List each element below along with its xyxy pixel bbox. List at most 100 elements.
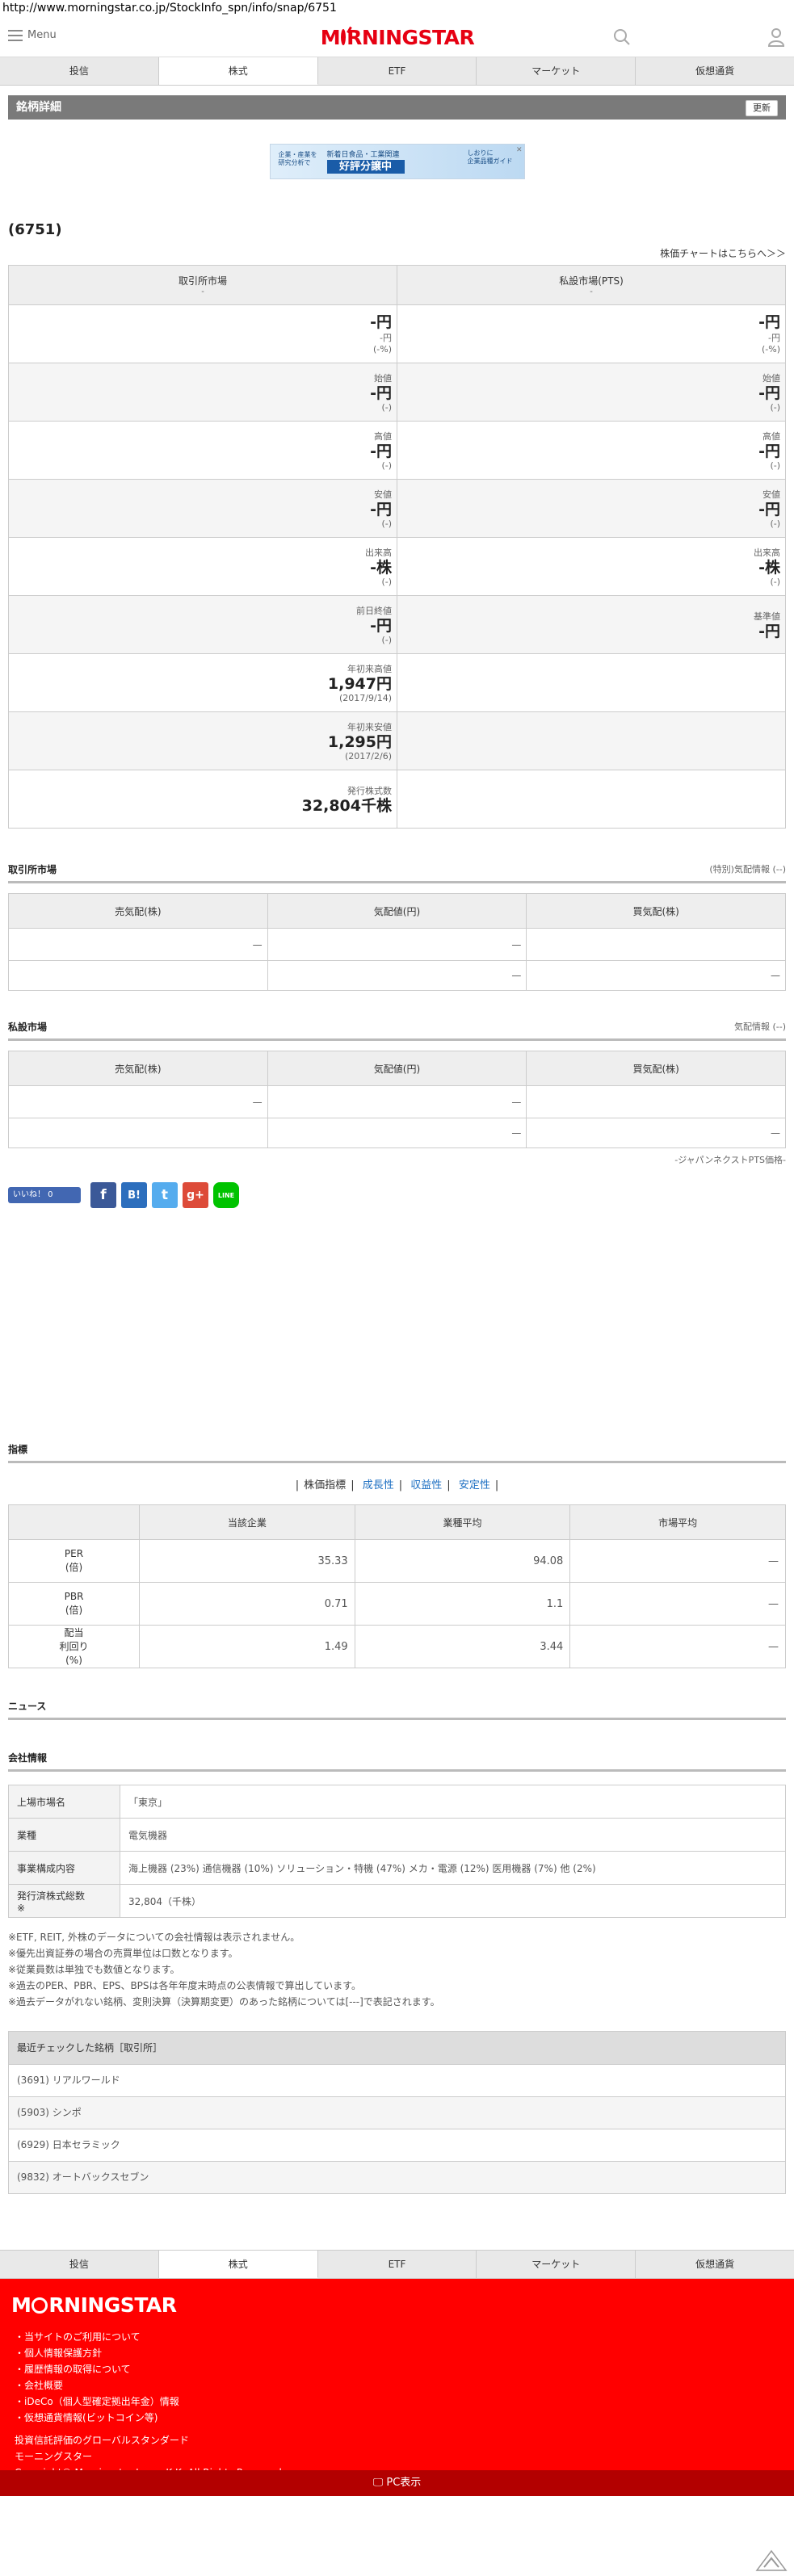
pc-view-button[interactable]: 🖵 PC表示	[0, 2470, 794, 2496]
exchange-price-cell: 高値 -円 (-)	[8, 421, 397, 480]
recent-item[interactable]: (5903) シンポ	[9, 2096, 785, 2129]
indicator-name: PBR (倍)	[8, 1582, 140, 1626]
market-price-table: 取引所市場 - 私設市場(PTS) - -円 -円 (-%) -円 -円 (-%) 始値 -円 (-…	[8, 265, 786, 829]
tab-valuation[interactable]: 株価指標	[304, 1479, 346, 1491]
price-label: 発行株式数	[347, 785, 392, 796]
indicator-tab-links: | 株価指標 | 成長性 | 収益性 | 安定性 |	[295, 1479, 499, 1491]
price-sub2: (-)	[381, 460, 392, 471]
twitter-icon[interactable]: t	[152, 1182, 178, 1208]
recently-viewed-title: 最近チェックした銘柄［取引所］	[9, 2032, 785, 2064]
company-info-value: 海上機器 (23%) 通信機器 (10%) ソリューション・特機 (47%) メ…	[120, 1851, 786, 1885]
search-icon[interactable]	[612, 27, 632, 49]
user-icon[interactable]	[767, 27, 785, 49]
tab-etf[interactable]: ETF	[318, 57, 477, 85]
banner-left-text: 企業・産業を 研究分析で	[278, 151, 317, 166]
footer-link-privacy[interactable]: ・個人情報保護方針	[15, 2345, 179, 2361]
indicator-name: 配当 利回り (%)	[8, 1625, 140, 1668]
price-sub2: (-)	[770, 402, 780, 413]
menu-label: Menu	[27, 29, 57, 41]
price-sub2: (-)	[381, 518, 392, 529]
company-info-value: 「東京」	[120, 1785, 786, 1819]
price-label: 安値	[374, 489, 392, 500]
footer-link-terms[interactable]: ・当サイトのご利用について	[15, 2329, 179, 2345]
recent-item[interactable]: (9832) オートバックスセブン	[9, 2161, 785, 2193]
tab-stability[interactable]: 安定性	[459, 1479, 490, 1491]
exchange-board-heading: 取引所市場 (特別)気配情報 (--)	[8, 862, 786, 883]
price-label: 出来高	[754, 548, 780, 558]
tab-profitability[interactable]: 収益性	[410, 1479, 442, 1491]
board-cell	[8, 960, 268, 991]
tab-stocks[interactable]: 株式	[158, 2251, 318, 2278]
tab-market[interactable]: マーケット	[477, 57, 636, 85]
site-footer: M RNINGSTAR ・当サイトのご利用について ・個人情報保護方針 ・履歴情報…	[0, 2279, 794, 2496]
board-cell	[8, 1118, 268, 1148]
price-row: 始値 -円 (-) 始値 -円 (-)	[8, 363, 786, 422]
tab-market[interactable]: マーケット	[477, 2251, 636, 2278]
company-header: 当該企業	[139, 1504, 355, 1540]
recent-item[interactable]: (6929) 日本セラミック	[9, 2129, 785, 2161]
exchange-price-cell: 始値 -円 (-)	[8, 363, 397, 422]
facebook-like-button[interactable]: いいね！ 0	[8, 1187, 81, 1203]
board-cell	[526, 1085, 786, 1118]
exchange-board-table: 売気配(株) 気配値(円) 買気配(株) — — — —	[8, 893, 786, 991]
tab-stocks[interactable]: 株式	[158, 57, 318, 85]
recent-item[interactable]: (3691) リアルワールド	[9, 2064, 785, 2096]
board-cell: —	[267, 1085, 527, 1118]
tab-crypto[interactable]: 仮想通貨	[636, 2251, 794, 2278]
hatena-bookmark-icon[interactable]: B!	[121, 1182, 147, 1208]
price-value: 1,947円	[327, 675, 392, 693]
footer-links: ・当サイトのご利用について ・個人情報保護方針 ・履歴情報の取得について ・会社…	[15, 2329, 179, 2426]
morningstar-logo[interactable]: M RNINGSTAR	[321, 24, 475, 50]
line-icon[interactable]: LINE	[213, 1182, 239, 1208]
tab-crypto[interactable]: 仮想通貨	[636, 57, 794, 85]
price-row: 高値 -円 (-) 高値 -円 (-)	[8, 421, 786, 480]
indicator-company: 0.71	[139, 1582, 355, 1626]
footer-link-ideco[interactable]: ・iDeCo（個人型確定拠出年金）情報	[15, 2393, 179, 2410]
tab-funds[interactable]: 投信	[0, 57, 159, 85]
pts-price-cell: 基準値 -円	[397, 595, 786, 654]
site-header: Menu M RNINGSTAR	[0, 18, 794, 57]
price-value: -円	[370, 313, 392, 331]
google-plus-icon[interactable]: g+	[183, 1182, 208, 1208]
banner-headline: 好評分譲中	[326, 160, 405, 174]
price-sub1: -円	[768, 333, 780, 343]
footer-link-history[interactable]: ・履歴情報の取得について	[15, 2361, 179, 2377]
price-label: 基準値	[754, 610, 780, 622]
indicator-industry: 94.08	[354, 1539, 571, 1583]
market-avg-header: 市場平均	[569, 1504, 786, 1540]
board-cell: —	[526, 960, 786, 991]
price-sub2: (-)	[381, 402, 392, 413]
price-sub2: (-%)	[761, 344, 780, 355]
tab-growth[interactable]: 成長性	[363, 1479, 394, 1491]
facebook-icon[interactable]: f	[90, 1182, 116, 1208]
price-row: 発行株式数 32,804千株	[8, 770, 786, 829]
company-info-value: 電気機器	[120, 1818, 786, 1852]
exchange-price-cell: 前日終値 -円 (-)	[8, 595, 397, 654]
buy-quote-header: 買気配(株)	[526, 893, 786, 929]
social-share: いいね！ 0 f B! t g+ LINE	[8, 1182, 786, 1208]
footnotes: ※ETF, REIT, 外株のデータについての会社情報は表示されません。 ※優先出…	[8, 1929, 786, 2010]
footnote: ※過去データがれない銘柄、変則決算（決算期変更）のあった銘柄については[---]…	[8, 1996, 440, 2008]
scroll-to-top-icon[interactable]	[755, 2548, 788, 2572]
company-info-table: 上場市場名 「東京」 業種 電気機器 事業構成内容 海上機器 (23%) 通信機器 (10…	[8, 1785, 786, 1918]
footer-link-crypto[interactable]: ・仮想通貨情報(ビットコイン等)	[15, 2410, 179, 2426]
price-label: 安値	[762, 489, 780, 500]
banner-mid-text: 新着日食品・工業関連	[326, 151, 400, 159]
footer-logo[interactable]: M RNINGSTAR	[11, 2293, 177, 2317]
close-icon[interactable]: ✕	[516, 146, 523, 154]
tab-funds[interactable]: 投信	[0, 2251, 159, 2278]
tab-etf[interactable]: ETF	[318, 2251, 477, 2278]
menu-button[interactable]: Menu	[8, 29, 57, 41]
pts-column-header: 私設市場(PTS) -	[397, 265, 786, 305]
exchange-price-cell: 発行株式数 32,804千株	[8, 770, 397, 829]
chart-link[interactable]: 株価チャートはこちらへ＞＞	[8, 246, 786, 260]
ad-banner[interactable]: 企業・産業を 研究分析で 新着日食品・工業関連 好評分譲中 しおりに 企業品種ガ…	[269, 144, 525, 179]
pts-board-note: 気配情報 (--)	[733, 1022, 786, 1032]
indicator-industry: 3.44	[354, 1625, 571, 1668]
refresh-button[interactable]: 更新	[746, 100, 778, 116]
footnote: ※従業員数は単独でも数値となります。	[8, 1964, 180, 1975]
footer-link-company[interactable]: ・会社概要	[15, 2377, 179, 2393]
indicator-header-blank	[8, 1504, 140, 1540]
price-row: 年初来高値 1,947円 (2017/9/14)	[8, 653, 786, 712]
quote-price-header: 気配値(円)	[267, 1051, 527, 1086]
